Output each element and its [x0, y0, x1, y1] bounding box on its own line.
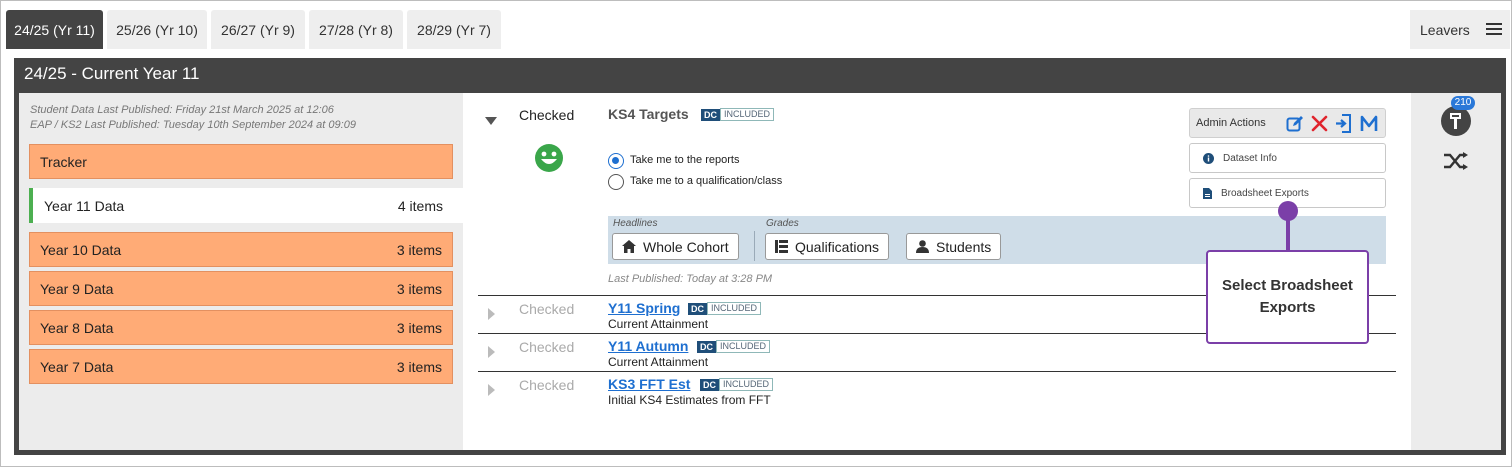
callout-pointer-dot — [1278, 201, 1298, 221]
radio-reports-label: Take me to the reports — [630, 154, 740, 166]
tab-label: 25/26 (Yr 10) — [116, 21, 198, 38]
dataset-link-ks3-fft[interactable]: KS3 FFT Est — [608, 376, 690, 392]
sidebar-item-label: Year 9 Data — [40, 280, 114, 297]
checked-status: Checked — [519, 377, 575, 393]
dc-included-badge: DC INCLUDED — [688, 302, 762, 315]
checked-status: Checked — [519, 301, 575, 317]
sidebar-item-label: Year 7 Data — [40, 358, 114, 375]
sidebar-item-label: Year 8 Data — [40, 319, 114, 336]
smiley-icon — [535, 144, 563, 172]
dataset-link-y11-spring[interactable]: Y11 Spring — [608, 300, 680, 316]
tab-label: 26/27 (Yr 9) — [221, 21, 295, 38]
menu-icon[interactable] — [1486, 23, 1502, 35]
tab-2728[interactable]: 27/28 (Yr 8) — [309, 10, 403, 49]
dataset-subtitle: Initial KS4 Estimates from FFT — [608, 393, 771, 407]
headlines-label: Headlines — [613, 218, 658, 229]
expand-icon[interactable] — [488, 308, 495, 320]
leavers-button[interactable]: Leavers — [1410, 10, 1510, 49]
m-icon[interactable] — [1360, 115, 1378, 132]
button-label: Students — [936, 238, 992, 255]
radio-reports[interactable] — [608, 153, 624, 169]
info-icon — [1203, 152, 1214, 164]
button-label: Whole Cohort — [643, 238, 729, 255]
list-icon — [775, 240, 788, 253]
dataset-info-button[interactable]: Dataset Info — [1189, 143, 1386, 173]
sidebar-item-label: Year 11 Data — [44, 197, 125, 214]
eap-published-text: EAP / KS2 Last Published: Tuesday 10th S… — [30, 119, 356, 131]
tab-2526[interactable]: 25/26 (Yr 10) — [107, 10, 207, 49]
sidebar-item-year7[interactable]: Year 7 Data 3 items — [29, 349, 453, 384]
home-icon — [622, 240, 636, 253]
expand-icon[interactable] — [488, 384, 495, 396]
qualifications-button[interactable]: Qualifications — [765, 233, 890, 260]
included-label: INCLUDED — [707, 302, 762, 315]
tab-2829[interactable]: 28/29 (Yr 7) — [407, 10, 501, 49]
whole-cohort-button[interactable]: Whole Cohort — [612, 233, 739, 260]
file-icon — [1203, 187, 1212, 199]
item-count: 4 items — [397, 197, 443, 214]
edit-icon[interactable] — [1286, 115, 1304, 133]
last-published-text: Last Published: Today at 3:28 PM — [608, 273, 773, 285]
item-count: 3 items — [396, 280, 442, 297]
tab-2425[interactable]: 24/25 (Yr 11) — [6, 10, 103, 49]
grades-label: Grades — [766, 218, 799, 229]
students-button[interactable]: Students — [906, 233, 1002, 260]
dataset-link-y11-autumn[interactable]: Y11 Autumn — [608, 338, 688, 354]
delete-icon[interactable] — [1311, 115, 1328, 132]
dc-included-badge: DC INCLUDED — [701, 108, 775, 121]
item-count: 3 items — [396, 241, 442, 258]
button-label: Broadsheet Exports — [1221, 187, 1309, 199]
dataset-title[interactable]: KS4 Targets — [608, 106, 689, 122]
included-label: INCLUDED — [720, 108, 775, 121]
radio-qualification-label: Take me to a qualification/class — [630, 175, 783, 187]
count-badge: 210 — [1451, 96, 1475, 110]
sidebar-item-year8[interactable]: Year 8 Data 3 items — [29, 310, 453, 345]
button-label: Dataset Info — [1223, 152, 1277, 164]
sidebar-item-label: Year 10 Data — [40, 241, 122, 258]
admin-actions-label: Admin Actions — [1196, 117, 1266, 129]
sidebar-item-tracker[interactable]: Tracker — [29, 144, 453, 179]
sidebar-item-label: Tracker — [40, 153, 87, 170]
sidebar-item-year11[interactable]: Year 11 Data 4 items — [29, 188, 463, 223]
student-count-icon[interactable] — [1441, 106, 1471, 136]
callout-box: Select Broadsheet Exports — [1206, 250, 1369, 344]
item-count: 3 items — [396, 358, 442, 375]
button-label: Qualifications — [795, 238, 880, 255]
dc-label: DC — [701, 108, 720, 121]
dc-label: DC — [697, 340, 716, 353]
tab-label: 24/25 (Yr 11) — [14, 21, 95, 38]
dc-label: DC — [688, 302, 707, 315]
admin-actions-bar: Admin Actions — [1189, 108, 1386, 138]
row-separator — [478, 371, 1396, 372]
import-icon[interactable] — [1335, 114, 1353, 133]
divider — [754, 231, 755, 261]
student-published-text: Student Data Last Published: Friday 21st… — [30, 104, 334, 116]
radio-qualification[interactable] — [608, 174, 624, 190]
sidebar-item-year9[interactable]: Year 9 Data 3 items — [29, 271, 453, 306]
panel-title: 24/25 - Current Year 11 — [24, 64, 200, 83]
sidebar-item-year10[interactable]: Year 10 Data 3 items — [29, 232, 453, 267]
dc-included-badge: DC INCLUDED — [700, 378, 774, 391]
dataset-subtitle: Current Attainment — [608, 355, 709, 369]
included-label: INCLUDED — [719, 378, 774, 391]
checked-status: Checked — [519, 339, 575, 355]
tab-2627[interactable]: 26/27 (Yr 9) — [211, 10, 305, 49]
checked-status: Checked — [519, 107, 575, 123]
expand-icon[interactable] — [488, 346, 495, 358]
tracker-glyph — [1450, 113, 1461, 129]
dataset-subtitle: Current Attainment — [608, 317, 709, 331]
callout-text: Select Broadsheet Exports — [1222, 277, 1353, 316]
leavers-label: Leavers — [1420, 21, 1470, 38]
included-label: INCLUDED — [716, 340, 771, 353]
user-icon — [916, 240, 929, 253]
dc-included-badge: DC INCLUDED — [697, 340, 771, 353]
right-toolbar — [1411, 93, 1501, 450]
shuffle-icon[interactable] — [1443, 151, 1469, 171]
item-count: 3 items — [396, 319, 442, 336]
tab-label: 27/28 (Yr 8) — [319, 21, 393, 38]
tab-label: 28/29 (Yr 7) — [417, 21, 491, 38]
dc-label: DC — [700, 378, 719, 391]
collapse-icon[interactable] — [485, 117, 497, 125]
